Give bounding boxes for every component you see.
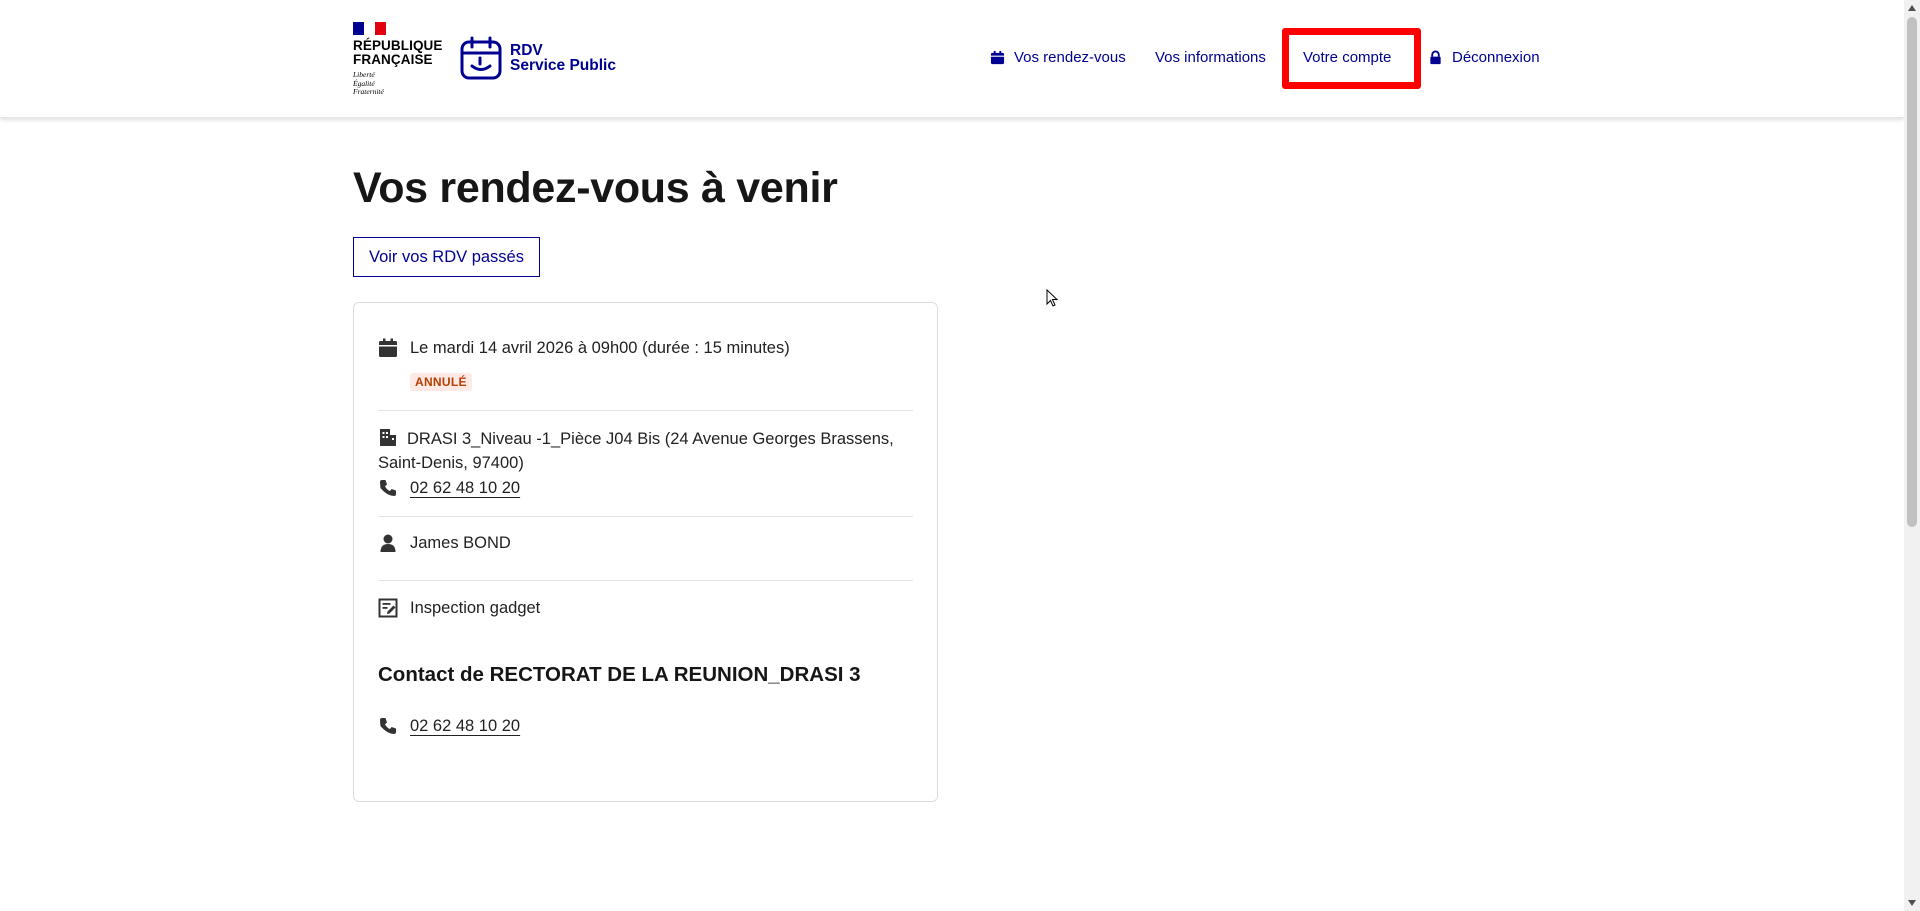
status-row: ANNULÉ — [410, 373, 913, 391]
main-nav: Vos rendez-vous Vos informations Votre c… — [0, 42, 1904, 72]
motif-row: Inspection gadget — [378, 598, 913, 623]
nav-label: Vos informations — [1155, 48, 1266, 66]
calendar-icon — [379, 338, 397, 357]
appointment-date: Le mardi 14 avril 2026 à 09h00 (durée : … — [410, 338, 790, 357]
vertical-scrollbar[interactable] — [1904, 0, 1920, 911]
building-icon — [380, 429, 396, 446]
page-title: Vos rendez-vous à venir — [353, 164, 838, 212]
contact-phone-row: 02 62 48 10 20 — [378, 716, 913, 741]
phone-icon — [380, 480, 396, 496]
divider — [378, 516, 913, 517]
scroll-up-arrow-icon[interactable] — [1908, 5, 1916, 11]
agent-row: James BOND — [378, 533, 913, 558]
phone-icon — [380, 718, 396, 734]
calendar-icon — [990, 50, 1005, 64]
mouse-cursor-icon — [1046, 289, 1058, 307]
lock-icon — [1430, 50, 1441, 64]
appointment-date-row: Le mardi 14 avril 2026 à 09h00 (durée : … — [378, 338, 913, 363]
location-phone-link[interactable]: 02 62 48 10 20 — [410, 479, 520, 498]
scrollbar-thumb[interactable] — [1907, 17, 1917, 527]
address-line-1: DRASI 3_Niveau -1_Pièce J04 Bis (24 Aven… — [407, 430, 894, 448]
past-appointments-button[interactable]: Voir vos RDV passés — [353, 237, 540, 277]
phone-row: 02 62 48 10 20 — [378, 478, 913, 503]
address-line-2: Saint-Denis, 97400) — [378, 454, 524, 472]
contact-section: Contact de RECTORAT DE LA REUNION_DRASI … — [378, 663, 913, 687]
divider — [378, 410, 913, 411]
agent-name: James BOND — [410, 533, 511, 552]
nav-label: Vos rendez-vous — [1014, 48, 1126, 66]
nav-label: Déconnexion — [1452, 48, 1540, 66]
appointment-card: Le mardi 14 avril 2026 à 09h00 (durée : … — [353, 302, 938, 802]
french-flag-icon — [353, 22, 386, 35]
site-header: RÉPUBLIQUE FRANÇAISE Liberté Égalité Fra… — [0, 0, 1904, 118]
appointment-motif: Inspection gadget — [410, 598, 541, 617]
location-row: DRASI 3_Niveau -1_Pièce J04 Bis (24 Aven… — [378, 427, 913, 475]
nav-deconnexion[interactable]: Déconnexion — [1428, 42, 1540, 72]
scroll-down-arrow-icon[interactable] — [1908, 900, 1916, 906]
person-icon — [380, 534, 396, 552]
nav-vos-informations[interactable]: Vos informations — [1155, 42, 1266, 72]
contact-title: Contact de RECTORAT DE LA REUNION_DRASI … — [378, 663, 861, 686]
divider — [378, 580, 913, 581]
republic-motto: Liberté Égalité Fraternité — [353, 70, 384, 97]
highlight-box — [1282, 28, 1421, 89]
nav-vos-rendez-vous[interactable]: Vos rendez-vous — [990, 42, 1126, 72]
edit-note-icon — [378, 598, 398, 618]
status-badge: ANNULÉ — [410, 373, 472, 391]
contact-phone-link[interactable]: 02 62 48 10 20 — [410, 717, 520, 736]
